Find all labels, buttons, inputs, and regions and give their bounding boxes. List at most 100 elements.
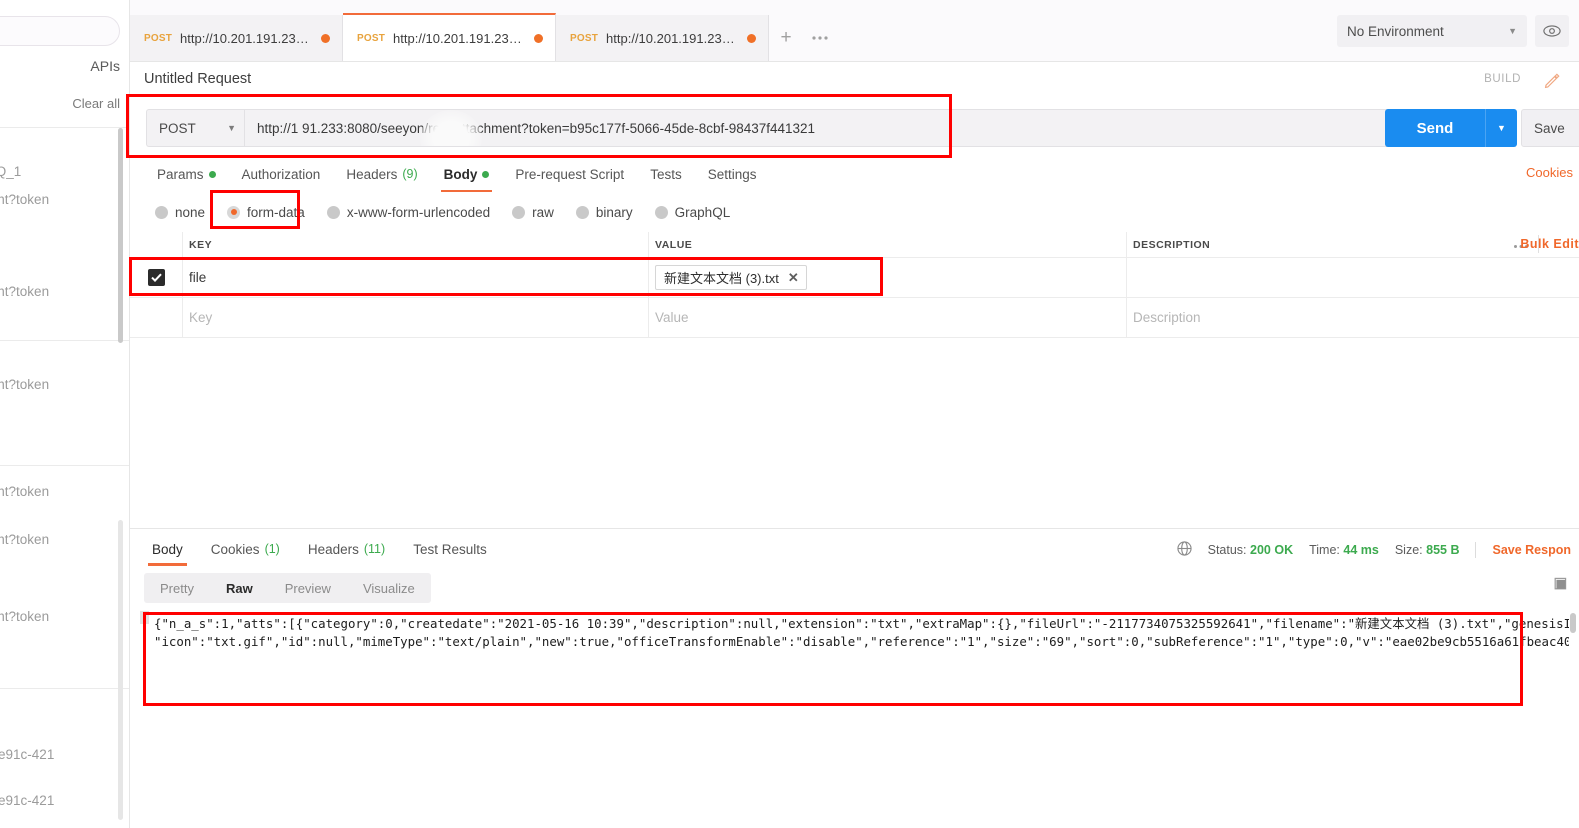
row-enabled-checkbox[interactable] — [147, 269, 165, 286]
sidebar-history-item[interactable]: /flow/FYSQ_1 — [0, 163, 128, 180]
radio-icon — [326, 205, 340, 219]
sidebar-history-item[interactable]: /attachment?token 450 — [0, 483, 128, 517]
body-type-label: raw — [532, 204, 554, 220]
body-type-none[interactable]: none — [144, 205, 216, 220]
sidebar-history-item[interactable]: /token — [0, 656, 128, 673]
tab-label: Tests — [650, 166, 682, 182]
tab-headers[interactable]: Headers (9) — [333, 156, 430, 192]
environment-selector[interactable]: No Environment ▼ — [1337, 15, 1527, 47]
body-type-raw[interactable]: raw — [501, 205, 565, 220]
request-tab-3[interactable]: POST http://10.201.191.233:8080/see… — [556, 15, 769, 61]
placeholder-key-cell[interactable]: Key — [182, 298, 648, 337]
environment-controls: No Environment ▼ — [1337, 15, 1569, 47]
sidebar-clear-all-button[interactable]: Clear all — [0, 96, 120, 111]
sidebar-search-input[interactable] — [0, 16, 120, 46]
copy-response-button[interactable] — [1550, 577, 1567, 599]
sidebar-divider — [0, 340, 129, 341]
sidebar-scrollbar-track[interactable] — [118, 520, 123, 820]
response-pane: Body Cookies (1) Headers (11) Test Resul… — [130, 528, 1579, 828]
body-type-x-www-form-urlencoded[interactable]: x-www-form-urlencoded — [316, 205, 501, 220]
radio-selected-icon — [227, 205, 241, 219]
view-tab-pretty[interactable]: Pretty — [144, 573, 210, 603]
response-tab-headers[interactable]: Headers (11) — [294, 529, 399, 569]
body-type-binary[interactable]: binary — [565, 205, 644, 220]
view-tab-raw[interactable]: Raw — [210, 573, 269, 603]
new-tab-button[interactable]: + — [769, 15, 803, 61]
sidebar-history-item[interactable]: /token — [0, 345, 128, 362]
table-row[interactable]: file 新建文本文档 (3).txt ✕ — [130, 258, 1579, 298]
sidebar-history-item[interactable]: /attachment?token 450 — [0, 531, 128, 565]
chevron-down-icon: ▼ — [1497, 123, 1506, 133]
body-type-graphql[interactable]: GraphQL — [644, 205, 742, 220]
page-title: Untitled Request — [144, 71, 252, 87]
size-value: 855 B — [1426, 543, 1460, 557]
response-body-line-1: {"n_a_s":1,"atts":[{"category":0,"create… — [154, 616, 1569, 631]
sidebar-scrollbar[interactable] — [118, 128, 123, 343]
view-tab-preview[interactable]: Preview — [269, 573, 347, 603]
tab-settings[interactable]: Settings — [695, 156, 770, 192]
tab-params[interactable]: Params — [144, 156, 229, 192]
time-group: Time: 44 ms — [1309, 543, 1379, 557]
sidebar-history-item[interactable]: /token — [0, 578, 128, 595]
request-tab-1[interactable]: POST http://10.201.191.233:8080/see… — [130, 15, 343, 61]
table-placeholder-row[interactable]: Key Value Description — [130, 298, 1579, 338]
tab-label: Headers — [307, 541, 359, 557]
row-description-cell[interactable] — [1126, 258, 1579, 297]
tab-authorization[interactable]: Authorization — [229, 156, 334, 192]
file-name-label: 新建文本文档 (3).txt — [664, 271, 779, 286]
bulk-edit-button[interactable]: Bulk Edit — [1520, 237, 1579, 251]
sidebar-history-item[interactable]: -a6b8ccd-e91c-421 — [0, 746, 128, 763]
response-tab-test-results[interactable]: Test Results — [399, 529, 501, 569]
sidebar-history-item[interactable]: /token — [0, 238, 128, 255]
row-checkbox-cell — [130, 258, 182, 297]
response-tab-body[interactable]: Body — [138, 529, 197, 569]
url-input[interactable]: http://1 91.233:8080/seeyon/rest/attachm… — [244, 109, 1403, 147]
remove-file-icon[interactable]: ✕ — [788, 270, 799, 286]
body-type-form-data[interactable]: form-data — [216, 205, 316, 220]
request-tab-2[interactable]: POST http://10.201.191.233:8080/see… — [343, 13, 556, 61]
sidebar-history-item[interactable]: /attachment?token c24 — [0, 283, 128, 317]
file-chip[interactable]: 新建文本文档 (3).txt ✕ — [655, 265, 807, 290]
sidebar-history-item[interactable]: /attachment?token 321 — [0, 191, 128, 225]
sidebar-history-item[interactable]: /token — [0, 423, 128, 440]
tab-pre-request-script[interactable]: Pre-request Script — [502, 156, 637, 192]
save-button[interactable]: Save — [1521, 109, 1579, 147]
placeholder-value-cell[interactable]: Value — [648, 298, 1126, 337]
tab-count: (1) — [264, 542, 280, 556]
send-options-button[interactable]: ▼ — [1485, 109, 1517, 147]
edit-request-button[interactable] — [1537, 67, 1567, 95]
form-data-table: KEY VALUE DESCRIPTION Bulk Edit file 新建文… — [130, 232, 1579, 528]
response-body-viewer[interactable]: {"n_a_s":1,"atts":[{"category":0,"create… — [144, 609, 1569, 725]
response-tab-cookies[interactable]: Cookies (1) — [197, 529, 294, 569]
tab-count: (9) — [402, 167, 418, 181]
cookies-link[interactable]: Cookies — [1526, 165, 1573, 180]
row-value-cell[interactable]: 新建文本文档 (3).txt ✕ — [648, 258, 1126, 297]
view-tab-visualize[interactable]: Visualize — [347, 573, 431, 603]
http-method-selector[interactable]: POST ▼ — [146, 109, 244, 147]
status-label: Status: — [1207, 543, 1247, 557]
save-response-button[interactable]: Save Respon — [1492, 543, 1571, 557]
placeholder-description-cell[interactable]: Description — [1126, 298, 1579, 337]
sidebar-history-item[interactable]: /attachment?token 036 — [0, 376, 128, 410]
tab-method-label: POST — [357, 32, 386, 44]
body-type-label: form-data — [247, 204, 305, 220]
tab-options-icon[interactable] — [803, 15, 837, 61]
eye-icon — [1543, 25, 1561, 37]
environment-quick-look-button[interactable] — [1535, 15, 1569, 47]
status-group: Status: 200 OK — [1208, 543, 1294, 557]
tab-tests[interactable]: Tests — [637, 156, 695, 192]
body-type-label: GraphQL — [674, 204, 731, 220]
placeholder-key-text: Key — [189, 310, 213, 325]
sidebar-history-item[interactable]: -a6b8ccd-e91c-421 — [0, 792, 128, 809]
sidebar-history-item[interactable]: /token — [0, 684, 128, 701]
tab-body[interactable]: Body — [431, 156, 503, 192]
tab-label: Cookies — [210, 541, 260, 557]
status-badge: 200 OK — [1250, 543, 1294, 557]
row-key-cell[interactable]: file — [182, 258, 648, 297]
tab-name-label: http://10.201.191.233:8080/see… — [606, 30, 739, 46]
response-scrollbar[interactable] — [1570, 613, 1576, 633]
send-button[interactable]: Send — [1385, 109, 1485, 147]
sidebar-history-item[interactable]: /attachment?token 66ee — [0, 608, 128, 642]
url-text: http://1 91.233:8080/seeyon/rest/attachm… — [257, 120, 816, 136]
placeholder-value-text: Value — [655, 310, 689, 325]
